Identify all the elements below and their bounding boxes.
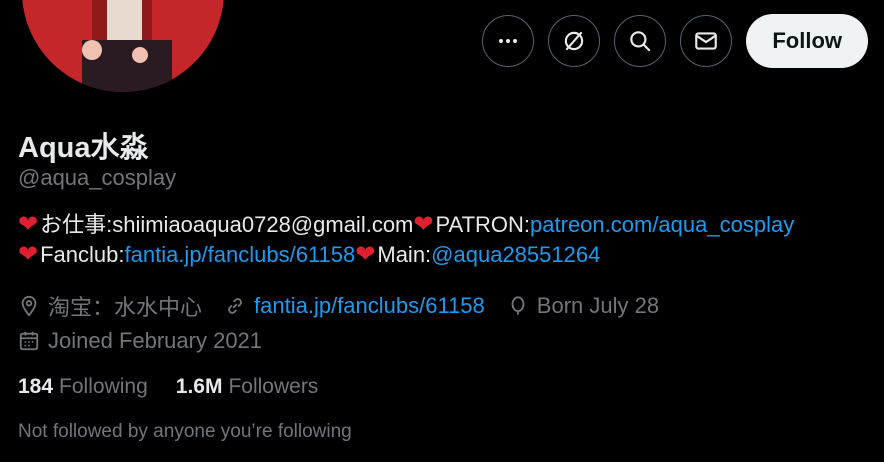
display-name: Aqua水淼 bbox=[18, 132, 149, 164]
birthday-item: Born July 28 bbox=[507, 293, 659, 319]
bio: ❤ お仕事:shiimiaoaqua0728@gmail.com ❤ PATRO… bbox=[18, 210, 794, 270]
user-handle: @aqua_cosplay bbox=[18, 165, 177, 190]
avatar[interactable] bbox=[22, 0, 224, 92]
bio-line-2: ❤ Fanclub: fantia.jp/fanclubs/61158 ❤ Ma… bbox=[18, 240, 794, 270]
bio-text-patron: PATRON: bbox=[435, 212, 531, 237]
patreon-link[interactable]: patreon.com/aqua_cosplay bbox=[530, 210, 794, 240]
fanclub-link[interactable]: fantia.jp/fanclubs/61158 bbox=[125, 240, 356, 270]
heart-icon: ❤ bbox=[18, 211, 39, 238]
joined-item: Joined February 2021 bbox=[18, 328, 262, 354]
joined-text: Joined February 2021 bbox=[48, 327, 263, 353]
bio-text-work: お仕事:shiimiaoaqua0728@gmail.com bbox=[40, 212, 414, 237]
followers-count: 1.6M bbox=[175, 375, 223, 398]
location-item: 淘宝：水水中心 bbox=[18, 290, 202, 322]
heart-icon: ❤ bbox=[355, 241, 376, 268]
main-account-link[interactable]: @aqua28551264 bbox=[431, 240, 600, 270]
following-label: Following bbox=[59, 375, 148, 398]
message-icon bbox=[695, 32, 718, 50]
search-icon bbox=[630, 31, 651, 52]
more-icon bbox=[499, 39, 518, 43]
location-icon bbox=[21, 295, 37, 317]
following-count: 184 bbox=[18, 375, 54, 398]
bio-text-fanclub: Fanclub: bbox=[40, 242, 125, 267]
not-followed-text: Not followed by anyone you’re following bbox=[18, 421, 352, 442]
birthday-text: Born July 28 bbox=[536, 292, 660, 318]
grok-button[interactable] bbox=[548, 15, 601, 67]
bio-line-1: ❤ お仕事:shiimiaoaqua0728@gmail.com ❤ PATRO… bbox=[18, 210, 794, 240]
location-text: 淘宝：水水中心 bbox=[48, 294, 203, 320]
followers-label: Followers bbox=[228, 375, 319, 398]
bio-text-main: Main: bbox=[377, 242, 432, 267]
profile-actions: Follow bbox=[482, 14, 868, 68]
search-button[interactable] bbox=[614, 15, 667, 67]
link-icon bbox=[228, 297, 242, 314]
website-item: fantia.jp/fanclubs/61158 bbox=[224, 293, 485, 319]
profile-meta: 淘宝：水水中心 fantia.jp/fanclubs/61158 Born Ju… bbox=[18, 288, 681, 358]
calendar-icon bbox=[19, 331, 39, 350]
followers-link[interactable]: 1.6M Followers bbox=[176, 375, 319, 399]
follow-button[interactable]: Follow bbox=[746, 14, 868, 68]
avatar-image bbox=[22, 0, 224, 92]
balloon-icon bbox=[511, 295, 525, 315]
more-button[interactable] bbox=[482, 15, 535, 67]
message-button[interactable] bbox=[680, 15, 733, 67]
following-link[interactable]: 184 Following bbox=[18, 375, 148, 399]
follow-stats: 184 Following 1.6M Followers bbox=[18, 375, 346, 399]
heart-icon: ❤ bbox=[18, 241, 39, 268]
website-link[interactable]: fantia.jp/fanclubs/61158 bbox=[254, 293, 485, 319]
grok-icon bbox=[565, 31, 584, 51]
heart-icon: ❤ bbox=[413, 211, 434, 238]
